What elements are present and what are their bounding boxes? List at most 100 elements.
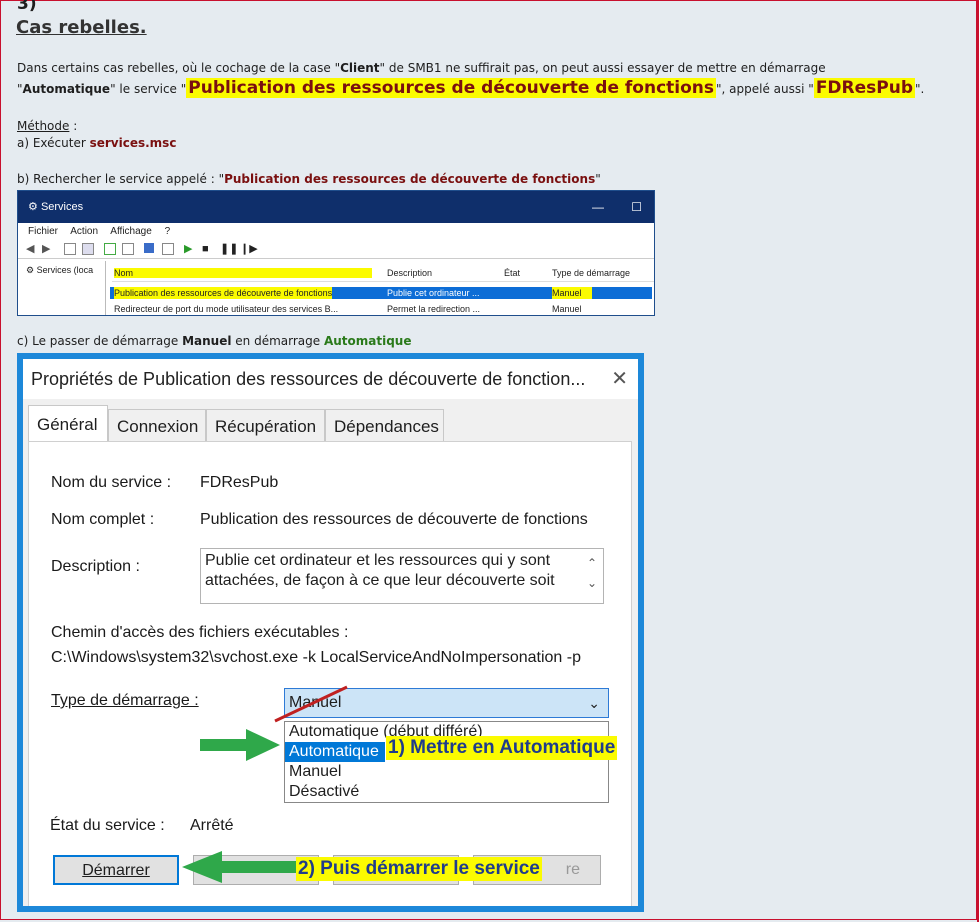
section-title: Cas rebelles. [16,17,147,38]
service-status-label: État du service : [50,817,165,834]
step-b-suffix: " [595,172,601,186]
refresh-icon[interactable] [104,243,116,255]
option-desactive[interactable]: Désactivé [285,782,608,802]
column-name[interactable]: Nom [114,268,372,278]
services-body: ⚙ Services (loca Nom Description État Ty… [18,261,654,315]
services-title: Services [40,201,84,213]
option-manuel[interactable]: Manuel [285,762,608,782]
tab-dependances[interactable]: Dépendances [325,409,444,442]
path-value: C:\Windows\system32\svchost.exe -k Local… [51,649,581,666]
manuel-term: Manuel [182,334,232,348]
services-msc-command: services.msc [89,136,177,150]
service-name-value: FDResPub [200,474,279,491]
option-automatique[interactable]: Automatique [285,742,385,762]
arrow-2-icon [182,851,246,883]
tab-recuperation[interactable]: Récupération [206,409,325,442]
description-line-1: Publie cet ordinateur et les ressources … [205,552,551,569]
services-columns: Nom Description État Type de démarrage [112,267,654,282]
intro-text-1: Dans certains cas rebelles, où le cochag… [17,61,341,75]
tab-general[interactable]: Général [28,405,108,443]
menu-help[interactable]: ? [165,226,171,237]
method-colon: : [69,119,78,133]
method-heading: Méthode : [17,118,77,134]
startup-type-dropdown: Automatique (début différé) Automatique … [284,721,609,803]
services-window: ⚙ Services — ☐ Fichier Action Affichage … [17,190,655,316]
intro-text-4: " le service " [110,82,187,96]
intro-text-5: ", appelé aussi " [716,82,814,96]
table-row[interactable]: Redirecteur de port du mode utilisateur … [110,303,652,315]
menu-action[interactable]: Action [70,226,98,237]
back-icon[interactable]: ◀ [26,243,38,255]
tab-connexion[interactable]: Connexion [108,409,206,442]
arrow-1-shaft [200,739,252,751]
arrow-1-icon [246,729,280,761]
list-icon[interactable] [82,243,94,255]
client-term: Client [340,61,380,75]
row-name: Publication des ressources de découverte… [114,287,333,299]
automatique-term: Automatique [22,82,111,96]
strike-through-mark [274,685,348,723]
resume-icon[interactable]: ❙▶ [240,243,258,255]
forward-icon[interactable]: ▶ [42,243,54,255]
maximize-icon[interactable]: ☐ [631,191,642,223]
resume-button-label: re [565,861,580,878]
full-name-label: Nom complet : [51,511,155,528]
services-icon: ⚙ [28,201,38,213]
services-menubar: Fichier Action Affichage ? [18,223,654,240]
minimize-icon[interactable]: — [592,191,604,223]
annotation-step-2: 2) Puis démarrer le service [296,857,542,881]
step-c: c) Le passer de démarrage Manuel en déma… [17,333,411,349]
intro-line-2: "Automatique" le service " Publication de… [17,77,924,100]
play-icon[interactable]: ▶ [184,243,196,255]
step-c-mid: en démarrage [231,334,324,348]
step-b: b) Rechercher le service appelé : "Publi… [17,171,601,187]
step-a: a) Exécuter services.msc [17,135,176,151]
row-name: Redirecteur de port du mode utilisateur … [114,304,339,314]
startup-type-select[interactable]: Manuel ⌄ [274,685,609,723]
export-icon[interactable] [122,243,134,255]
intro-text-6: ". [915,82,925,96]
column-description[interactable]: Description [387,268,432,278]
full-name-value: Publication des ressources de découverte… [200,511,588,528]
services-tree[interactable]: ⚙ Services (loca [18,261,106,315]
description-field[interactable]: Publie cet ordinateur et les ressources … [200,548,604,604]
intro-line-1: Dans certains cas rebelles, où le cochag… [17,60,826,76]
description-line-2: attachées, de façon à ce que leur découv… [205,572,555,589]
automatique-green: Automatique [323,334,412,348]
description-label: Description : [51,558,140,575]
close-icon[interactable]: ✕ [611,359,628,399]
chevron-down-icon: ⌄ [588,695,600,711]
menu-fichier[interactable]: Fichier [28,226,58,237]
menu-affichage[interactable]: Affichage [110,226,152,237]
row-description: Permet la redirection ... [387,304,481,314]
row-startup: Manuel [552,304,582,314]
pause-icon[interactable]: ❚❚ [220,243,238,255]
path-label: Chemin d'accès des fichiers exécutables … [51,624,349,641]
column-state[interactable]: État [504,268,520,278]
service-name-label: Nom du service : [51,474,172,491]
services-tree-label: Services (loca [36,265,94,275]
stop-icon[interactable]: ■ [202,243,214,255]
dialog-titlebar: Propriétés de Publication des ressources… [23,359,638,399]
services-titlebar: ⚙ Services — ☐ [18,191,654,223]
service-status-value: Arrêté [190,817,234,834]
scroll-arrows-icon[interactable]: ⌃ ⌄ [587,553,597,593]
step-c-text: c) Le passer de démarrage [17,334,183,348]
help-icon[interactable] [144,243,154,253]
dialog-title: Propriétés de Publication des ressources… [31,369,586,389]
services-tree-icon: ⚙ [26,265,35,275]
step-a-text: a) Exécuter [17,136,90,150]
console-icon[interactable] [64,243,76,255]
column-startup[interactable]: Type de démarrage [552,268,630,278]
section-number: 3) [17,0,37,14]
properties-dialog: Propriétés de Publication des ressources… [17,353,644,912]
start-button[interactable]: Démarrer [53,855,179,885]
general-panel: Nom du service : FDResPub Nom complet : … [28,441,632,906]
short-name-highlight: FDResPub [813,78,916,98]
row-description: Publie cet ordinateur ... [387,288,480,298]
table-row[interactable]: Publication des ressources de découverte… [110,287,652,299]
startup-type-label: Type de démarrage : [51,692,199,709]
service-name-highlight: Publication des ressources de découverte… [186,78,717,98]
services-toolbar: ◀ ▶ ▶ ■ ❚❚ ❙▶ [18,240,654,259]
properties-icon[interactable] [162,243,174,255]
